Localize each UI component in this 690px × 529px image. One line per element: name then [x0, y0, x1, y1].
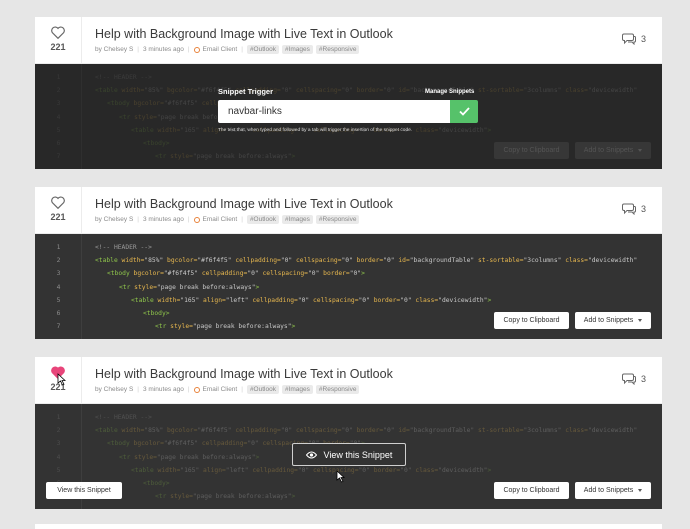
code-text: <tbody> [143, 480, 170, 487]
vote-count: 221 [50, 42, 66, 52]
checkmark-icon [458, 107, 470, 116]
vote-box[interactable]: 221 [35, 17, 82, 64]
snippet-title[interactable]: Help with Background Image with Live Tex… [95, 367, 393, 381]
tag[interactable]: #Responsive [315, 45, 360, 54]
comment-icon [621, 203, 636, 215]
gear-icon [193, 386, 200, 393]
tag[interactable]: #Images [281, 385, 313, 394]
snippet-title[interactable]: Help with Background Image with Live Tex… [95, 27, 393, 41]
code-block: 7<tr style="page break before:always">6<… [35, 234, 662, 339]
code-block: 7<tr style="page break before:always">6<… [35, 64, 662, 169]
code-text: <tr style="page break before:always"> [119, 453, 260, 461]
snippet-header: 221 Help with Background Image with Live… [35, 187, 662, 234]
category[interactable]: Email Client [203, 216, 238, 223]
timestamp: 3 minutes ago [143, 386, 184, 393]
code-text: <tr style="page break before:always"> [119, 283, 260, 291]
add-to-snippets-button[interactable]: Add to Snippets [575, 482, 651, 499]
tag[interactable]: #Responsive [315, 385, 360, 394]
code-line: 2 <table width="85%" bgcolor="#f6f4f5" ce… [35, 424, 662, 437]
chevron-down-icon [638, 489, 643, 492]
code-block: 7<tr style="page break before:always">6<… [35, 404, 662, 509]
next-snippet-card [35, 524, 662, 529]
category[interactable]: Email Client [203, 386, 238, 393]
eye-icon [305, 451, 317, 458]
code-text: <table width="85%" bgcolor="#f6f4f5" cel… [95, 257, 638, 265]
code-line: 5 <table width="165" align="left" cellpad… [35, 294, 662, 307]
snippet-meta: by Chelsey S | 3 minutes ago | Email Clien… [95, 385, 362, 394]
heart-icon[interactable] [51, 26, 65, 39]
code-line: 2 <table width="85%" bgcolor="#f6f4f5" ce… [35, 254, 662, 267]
copy-to-clipboard-button[interactable]: Copy to Clipboard [494, 312, 569, 329]
copy-to-clipboard-button[interactable]: Copy to Clipboard [494, 482, 569, 499]
snippet-card-2: 221 Help with Background Image with Live… [35, 187, 662, 339]
code-line: 1 <!-- HEADER --> [35, 241, 662, 254]
code-text: <!-- HEADER --> [95, 414, 152, 421]
view-snippet-button[interactable]: View this Snippet [46, 482, 122, 499]
tag[interactable]: #Images [281, 45, 313, 54]
vote-box[interactable]: 221 [35, 357, 82, 404]
category[interactable]: Email Client [203, 46, 238, 53]
cursor-icon [57, 373, 66, 386]
code-line: 3<tbody bgcolor="#f6f4f5" cellpadding="0… [35, 267, 662, 280]
snippet-meta: by Chelsey S | 3 minutes ago | Email Clien… [95, 45, 362, 54]
code-text: <!-- HEADER --> [95, 244, 152, 251]
tag[interactable]: #Outlook [246, 385, 279, 394]
timestamp: 3 minutes ago [143, 216, 184, 223]
view-snippet-hover-button[interactable]: View this Snippet [292, 443, 406, 466]
snippet-card-1: 221 Help with Background Image with Live… [35, 17, 662, 169]
code-text: <tr style="page break before:always"> [155, 323, 296, 331]
code-text: <tbody> [143, 310, 170, 317]
code-text: <table width="85%" bgcolor="#f6f4f5" cel… [95, 427, 638, 435]
comment-icon [621, 373, 636, 385]
vote-box[interactable]: 221 [35, 187, 82, 234]
comments-count[interactable]: 3 [621, 373, 646, 385]
author[interactable]: by Chelsey S [95, 386, 133, 393]
code-line: 4<tr style="page break before:always"> [35, 281, 662, 294]
chevron-down-icon [638, 319, 643, 322]
tag[interactable]: #Outlook [246, 45, 279, 54]
snippet-trigger-input[interactable] [218, 100, 450, 123]
snippet-trigger-help: The text that, when typed and followed b… [218, 128, 413, 133]
tag[interactable]: #Responsive [315, 215, 360, 224]
comment-icon [621, 33, 636, 45]
snippet-header: 221 Help with Background Image with Live… [35, 357, 662, 404]
author[interactable]: by Chelsey S [95, 46, 133, 53]
add-to-snippets-button[interactable]: Add to Snippets [575, 312, 651, 329]
snippet-card-3: 221 Help with Background Image with Live… [35, 357, 662, 509]
snippet-trigger-label: Snippet Trigger [218, 87, 274, 96]
timestamp: 3 minutes ago [143, 46, 184, 53]
snippet-title[interactable]: Help with Background Image with Live Tex… [95, 197, 393, 211]
code-text: <tbody bgcolor="#f6f4f5" cellpadding="0"… [107, 270, 365, 278]
gear-icon [193, 216, 200, 223]
code-text: <table width="165" align="left" cellpadd… [131, 296, 492, 304]
vote-count: 221 [50, 212, 66, 222]
author[interactable]: by Chelsey S [95, 216, 133, 223]
heart-icon[interactable] [51, 196, 65, 209]
tag[interactable]: #Outlook [246, 215, 279, 224]
code-text: <tr style="page break before:always"> [155, 493, 296, 501]
code-line: 1 <!-- HEADER --> [35, 411, 662, 424]
tag[interactable]: #Images [281, 215, 313, 224]
manage-snippets-link[interactable]: Manage Snippets [425, 89, 474, 95]
line-gutter [35, 234, 82, 339]
confirm-trigger-button[interactable] [450, 100, 478, 123]
cursor-icon [336, 470, 345, 483]
comments-count[interactable]: 3 [621, 33, 646, 45]
snippet-meta: by Chelsey S | 3 minutes ago | Email Clien… [95, 215, 362, 224]
snippet-header: 221 Help with Background Image with Live… [35, 17, 662, 64]
gear-icon [193, 46, 200, 53]
comments-count[interactable]: 3 [621, 203, 646, 215]
